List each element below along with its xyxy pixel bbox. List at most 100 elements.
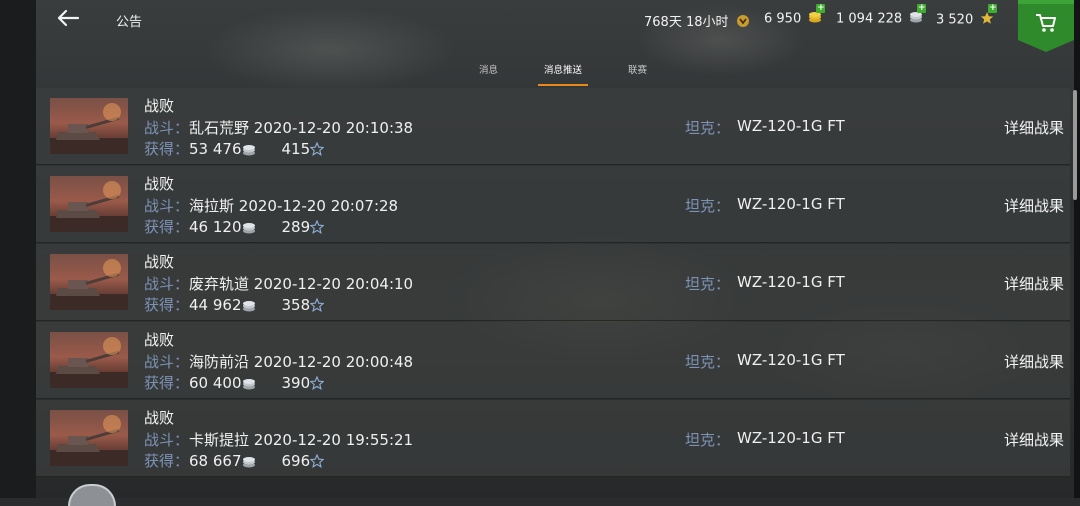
- gold-coins-icon: +: [808, 4, 826, 27]
- battle-result-row[interactable]: 战败 战斗：废弃轨道 2020-12-20 20:04:10 获得：44 962…: [36, 244, 1070, 321]
- silver-coins-icon: [242, 301, 255, 312]
- add-gold-icon[interactable]: +: [816, 4, 826, 13]
- tank-label: 坦克：: [685, 275, 731, 293]
- battle-result-row[interactable]: 战败 战斗：乱石荒野 2020-12-20 20:10:38 获得：53 476…: [36, 88, 1070, 165]
- tank-name: WZ-120-1G FT: [737, 429, 845, 447]
- battle-map-time: 乱石荒野 2020-12-20 20:10:38: [189, 119, 414, 137]
- tab-league[interactable]: 联赛: [628, 62, 647, 76]
- left-edge: [0, 0, 36, 498]
- tank-image-icon: [50, 337, 128, 388]
- battle-result: 战败: [144, 175, 175, 193]
- credits-value: 60 400: [189, 374, 242, 392]
- free-xp-balance[interactable]: 3 520 +: [936, 4, 998, 29]
- battle-details-link[interactable]: 详细战果: [1004, 273, 1064, 294]
- tank-image-icon: [50, 415, 128, 466]
- tank-name: WZ-120-1G FT: [737, 195, 845, 213]
- xp-star-icon: [310, 454, 325, 468]
- battle-info: 战斗：乱石荒野 2020-12-20 20:10:38: [144, 117, 413, 138]
- page-title: 公告: [116, 15, 143, 30]
- top-bar: 公告 768天 18小时 6 950 + 1 094 228 + 3 520 +: [36, 0, 1074, 52]
- silver-coins-icon: +: [909, 4, 927, 27]
- credits-value: 68 667: [189, 452, 242, 470]
- gold-balance[interactable]: 6 950 +: [764, 4, 826, 27]
- battle-info: 战斗：卡斯提拉 2020-12-20 19:55:21: [144, 429, 413, 450]
- earnings: 获得：53 476 415: [144, 138, 325, 159]
- battle-map-time: 卡斯提拉 2020-12-20 19:55:21: [189, 431, 414, 449]
- battle-info: 战斗：海拉斯 2020-12-20 20:07:28: [144, 195, 398, 216]
- free-xp-star-icon: +: [980, 4, 998, 29]
- free-xp-value: 3 520: [936, 12, 974, 28]
- premium-icon: [736, 14, 750, 32]
- battle-result: 战败: [144, 253, 175, 271]
- silver-balance[interactable]: 1 094 228 +: [836, 4, 927, 27]
- battle-result-row[interactable]: 战败 战斗：海拉斯 2020-12-20 20:07:28 获得：46 120 2…: [36, 166, 1070, 243]
- add-silver-icon[interactable]: +: [917, 4, 927, 13]
- silver-value: 1 094 228: [836, 11, 903, 27]
- battle-results-list: 战败 战斗：乱石荒野 2020-12-20 20:10:38 获得：53 476…: [36, 88, 1070, 498]
- battle-result: 战败: [144, 409, 175, 427]
- premium-time[interactable]: 768天 18小时: [644, 11, 750, 32]
- tank-name: WZ-120-1G FT: [737, 117, 845, 135]
- silver-coins-icon: [242, 145, 255, 156]
- battle-result-row[interactable]: 战败 战斗：海防前沿 2020-12-20 20:00:48 获得：60 400…: [36, 322, 1070, 399]
- right-edge: [1074, 0, 1080, 498]
- tank-label: 坦克：: [685, 353, 731, 371]
- xp-value: 390: [281, 374, 311, 392]
- back-arrow-icon: [57, 9, 80, 27]
- battle-details-link[interactable]: 详细战果: [1004, 195, 1064, 216]
- earn-label: 获得：: [144, 140, 190, 158]
- tank-label: 坦克：: [685, 197, 731, 215]
- tab-push-messages[interactable]: 消息推送: [544, 62, 582, 76]
- list-scrollbar[interactable]: [1073, 90, 1077, 200]
- battle-thumbnail: [50, 98, 128, 154]
- battle-map-time: 海拉斯 2020-12-20 20:07:28: [189, 197, 399, 215]
- battle-label: 战斗：: [144, 353, 190, 371]
- battle-map-time: 废弃轨道 2020-12-20 20:04:10: [189, 275, 414, 293]
- battle-result: 战败: [144, 331, 175, 349]
- silver-coins-icon: [242, 223, 255, 234]
- battle-result: 战败: [144, 97, 175, 115]
- battle-label: 战斗：: [144, 197, 190, 215]
- xp-value: 289: [281, 218, 311, 236]
- xp-star-icon: [310, 220, 325, 234]
- xp-star-icon: [310, 142, 325, 156]
- earn-label: 获得：: [144, 218, 190, 236]
- tank-image-icon: [50, 259, 128, 310]
- battle-details-link[interactable]: 详细战果: [1004, 429, 1064, 450]
- battle-thumbnail: [50, 176, 128, 232]
- battle-thumbnail: [50, 254, 128, 310]
- xp-star-icon: [310, 298, 325, 312]
- back-button[interactable]: [54, 6, 84, 32]
- battle-label: 战斗：: [144, 275, 190, 293]
- shop-button[interactable]: [1018, 0, 1074, 52]
- tab-messages[interactable]: 消息: [479, 62, 498, 76]
- tank-image-icon: [50, 181, 128, 232]
- tank-label: 坦克：: [685, 431, 731, 449]
- silver-coins-icon: [242, 379, 255, 390]
- battle-map-time: 海防前沿 2020-12-20 20:00:48: [189, 353, 414, 371]
- battle-result-row[interactable]: 战败 战斗：卡斯提拉 2020-12-20 19:55:21 获得：68 667…: [36, 400, 1070, 477]
- gold-value: 6 950: [764, 11, 802, 27]
- tank-image-icon: [50, 103, 128, 154]
- tank-name: WZ-120-1G FT: [737, 351, 845, 369]
- tab-bar: 消息 消息推送 联赛: [36, 56, 1074, 88]
- credits-value: 46 120: [189, 218, 242, 236]
- battle-thumbnail: [50, 332, 128, 388]
- earnings: 获得：44 962 358: [144, 294, 325, 315]
- earnings: 获得：60 400 390: [144, 372, 325, 393]
- add-free-xp-icon[interactable]: +: [988, 4, 998, 13]
- earnings: 获得：68 667 696: [144, 450, 325, 471]
- shopping-cart-icon: [1036, 14, 1056, 32]
- battle-details-link[interactable]: 详细战果: [1004, 117, 1064, 138]
- battle-info: 战斗：海防前沿 2020-12-20 20:00:48: [144, 351, 413, 372]
- earn-label: 获得：: [144, 452, 190, 470]
- xp-value: 415: [281, 140, 311, 158]
- credits-value: 44 962: [189, 296, 242, 314]
- battle-thumbnail: [50, 410, 128, 466]
- battle-details-link[interactable]: 详细战果: [1004, 351, 1064, 372]
- battle-info: 战斗：废弃轨道 2020-12-20 20:04:10: [144, 273, 413, 294]
- active-tab-indicator: [538, 84, 588, 86]
- earn-label: 获得：: [144, 374, 190, 392]
- battle-label: 战斗：: [144, 119, 190, 137]
- battle-label: 战斗：: [144, 431, 190, 449]
